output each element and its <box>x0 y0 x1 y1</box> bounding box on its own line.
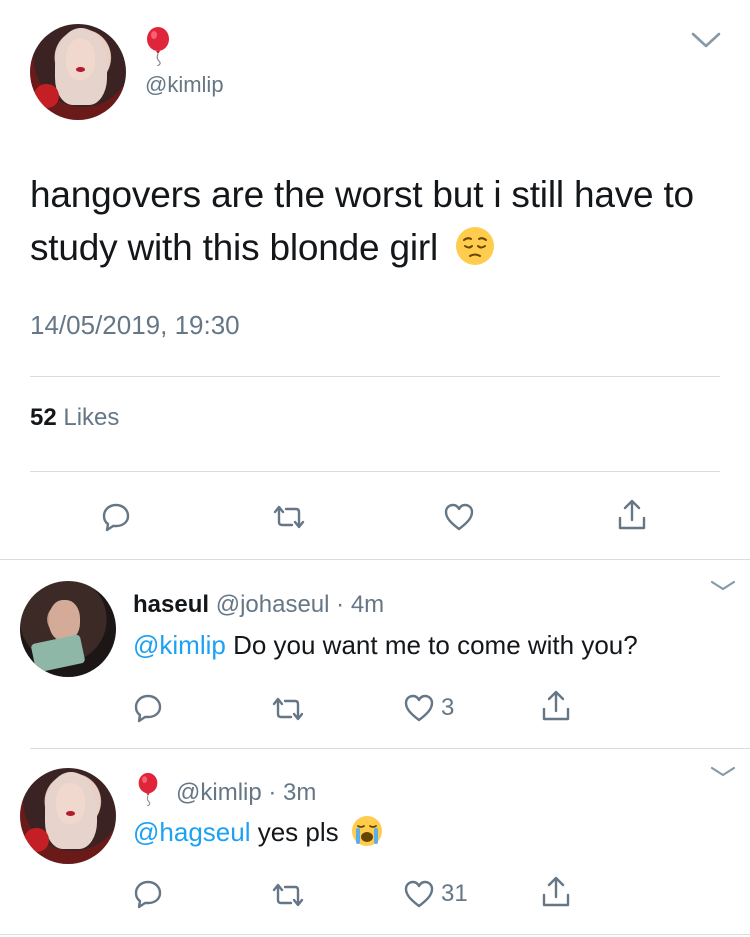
reply-time[interactable]: 3m <box>283 779 316 806</box>
reply-handle[interactable]: @johaseul <box>216 591 330 618</box>
reply-button[interactable] <box>101 502 131 532</box>
reply-text: @kimlip Do you want me to come with you? <box>133 630 638 661</box>
balloon-icon <box>138 772 158 806</box>
share-icon <box>618 499 646 530</box>
reply-display-name[interactable]: haseul <box>133 591 209 618</box>
avatar-lips <box>66 811 75 816</box>
retweet-icon <box>273 505 305 529</box>
balloon-icon <box>147 27 169 66</box>
pensive-face-emoji <box>456 227 495 266</box>
reply-body: Do you want me to come with you? <box>233 630 638 660</box>
avatar-accent <box>33 83 59 109</box>
reply-icon <box>134 880 162 909</box>
reply-header: haseul @johaseul · 4m <box>133 591 384 619</box>
share-button[interactable] <box>540 875 572 909</box>
tweet-timestamp[interactable]: 14/05/2019, 19:30 <box>30 310 240 341</box>
reply-separator: · <box>336 591 345 618</box>
like-button[interactable] <box>443 502 475 532</box>
reply-separator: · <box>268 779 277 806</box>
chevron-down-icon[interactable] <box>690 30 722 50</box>
reply-icon <box>134 694 162 723</box>
likes-label: Likes <box>63 404 120 431</box>
avatar-face <box>56 783 86 824</box>
retweet-button[interactable] <box>271 504 307 530</box>
divider <box>30 748 750 749</box>
likes-count: 52 <box>30 404 57 431</box>
like-button[interactable]: 31 <box>403 879 468 909</box>
avatar-face <box>66 39 96 80</box>
reply-mention[interactable]: @kimlip <box>133 630 226 660</box>
reply-header: @kimlip · 3m <box>176 779 316 807</box>
tweet-text: hangovers are the worst but i still have… <box>30 168 720 274</box>
like-icon <box>404 880 434 908</box>
crying-face-emoji <box>351 816 382 847</box>
divider <box>0 559 750 560</box>
avatar-accent <box>23 827 49 853</box>
retweet-icon <box>272 697 304 721</box>
share-button[interactable] <box>540 689 572 723</box>
author-handle[interactable]: @kimlip <box>145 72 224 98</box>
reply-handle[interactable]: @kimlip <box>176 779 262 806</box>
like-count: 31 <box>441 880 468 907</box>
reply-avatar[interactable] <box>20 581 116 677</box>
avatar[interactable] <box>30 24 126 120</box>
reply-avatar[interactable] <box>20 768 116 864</box>
reply-icon <box>102 503 130 532</box>
reply-button[interactable] <box>133 693 163 723</box>
divider <box>30 471 720 472</box>
chevron-down-icon[interactable] <box>708 578 738 594</box>
retweet-icon <box>272 883 304 907</box>
likes-summary[interactable]: 52 Likes <box>30 404 119 432</box>
like-icon <box>404 694 434 722</box>
retweet-button[interactable] <box>270 696 306 722</box>
share-button[interactable] <box>616 498 648 532</box>
avatar-book <box>30 633 86 673</box>
divider <box>0 934 750 935</box>
reply-time[interactable]: 4m <box>351 591 384 618</box>
tweet-text-body: hangovers are the worst but i still have… <box>30 174 694 268</box>
share-icon <box>542 690 570 721</box>
divider <box>30 376 720 377</box>
avatar-lips <box>76 67 85 72</box>
share-icon <box>542 876 570 907</box>
like-count: 3 <box>441 694 455 721</box>
like-button[interactable]: 3 <box>403 693 454 723</box>
reply-mention[interactable]: @hagseul <box>133 817 250 847</box>
like-icon <box>444 503 474 531</box>
chevron-down-icon[interactable] <box>708 764 738 780</box>
reply-body: yes pls <box>257 817 339 847</box>
reply-text: @hagseul yes pls <box>133 816 384 848</box>
reply-button[interactable] <box>133 879 163 909</box>
retweet-button[interactable] <box>270 882 306 908</box>
